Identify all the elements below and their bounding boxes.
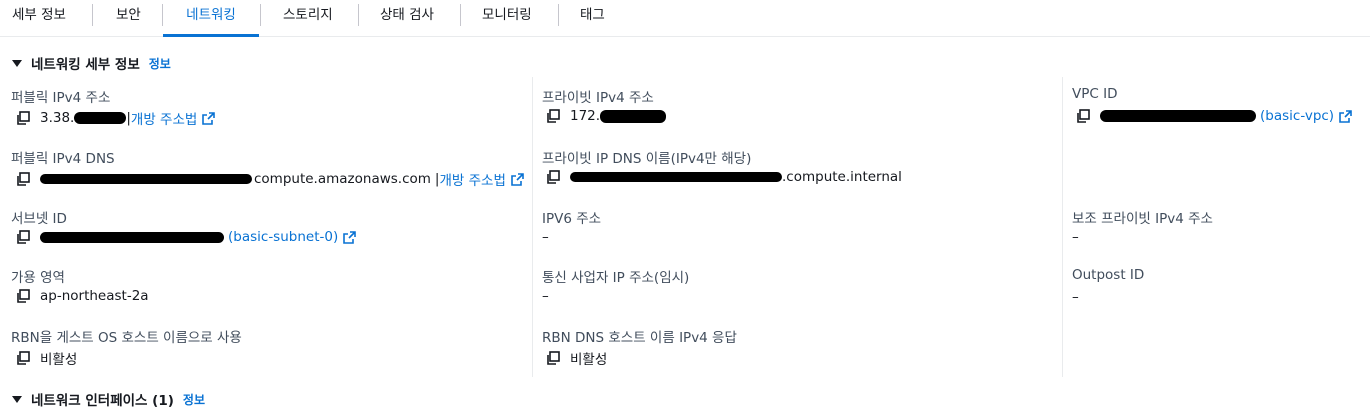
- tab-divider: [558, 4, 559, 26]
- rbn-dns-label: RBN DNS 호스트 이름 IPv4 응답: [542, 330, 737, 346]
- rbn-dns-text: 비활성: [570, 352, 608, 368]
- vpc-id-label: VPC ID: [1072, 86, 1118, 102]
- column-divider: [532, 77, 533, 377]
- public-dns-label: 퍼블릭 IPv4 DNS: [11, 151, 115, 167]
- outpost-id-value: –: [1072, 289, 1079, 305]
- redacted-block: [1100, 110, 1256, 122]
- copy-icon[interactable]: [546, 351, 560, 365]
- public-ipv4-label: 퍼블릭 IPv4 주소: [11, 90, 111, 106]
- external-link-icon[interactable]: [1339, 109, 1352, 123]
- tab-divider: [92, 4, 93, 26]
- availability-zone-text: ap-northeast-2a: [40, 288, 149, 304]
- external-link-icon[interactable]: [511, 172, 524, 186]
- subnet-id-label: 서브넷 ID: [11, 211, 67, 227]
- private-dns-label: 프라이빗 IP DNS 이름(IPv4만 해당): [542, 151, 752, 167]
- private-ipv4-text: 172.: [570, 108, 601, 124]
- redacted-block: [40, 174, 252, 184]
- vpc-id-value: (basic-vpc): [1076, 108, 1352, 124]
- section-title: 네트워크 인터페이스 (1): [31, 393, 174, 409]
- info-link[interactable]: 정보: [149, 55, 171, 72]
- private-ipv4-label: 프라이빗 IPv4 주소: [542, 90, 654, 106]
- public-dns-value: compute.amazonaws.com | 개방 주소법: [16, 169, 524, 189]
- tab-divider: [460, 4, 461, 26]
- open-address-link[interactable]: 개방 주소법: [439, 169, 505, 189]
- private-dns-text: .compute.internal: [782, 169, 902, 185]
- rbn-hostname-value: 비활성: [16, 348, 77, 368]
- carrier-ip-value: –: [542, 288, 549, 304]
- copy-icon[interactable]: [16, 230, 30, 244]
- tab-divider: [260, 4, 261, 26]
- column-divider: [1062, 77, 1063, 377]
- subnet-link[interactable]: (basic-subnet-0): [228, 229, 338, 245]
- carrier-ip-label: 통신 사업자 IP 주소(임시): [542, 270, 690, 286]
- secondary-private-ipv4-label: 보조 프라이빗 IPv4 주소: [1072, 211, 1213, 227]
- info-link[interactable]: 정보: [183, 391, 205, 408]
- public-dns-text: compute.amazonaws.com: [254, 171, 431, 187]
- rbn-hostname-label: RBN을 게스트 OS 호스트 이름으로 사용: [11, 330, 242, 346]
- private-dns-value: .compute.internal: [546, 169, 902, 185]
- copy-icon[interactable]: [16, 351, 30, 365]
- external-link-icon[interactable]: [343, 230, 357, 244]
- outpost-id-label: Outpost ID: [1072, 267, 1145, 283]
- availability-zone-label: 가용 영역: [11, 270, 65, 286]
- redacted-block: [74, 112, 127, 124]
- vpc-link[interactable]: (basic-vpc): [1260, 108, 1334, 124]
- tab-status-checks[interactable]: 상태 검사: [380, 0, 434, 34]
- tab-divider: [358, 4, 359, 26]
- copy-icon[interactable]: [1076, 109, 1090, 123]
- tab-details[interactable]: 세부 정보: [12, 0, 66, 34]
- tab-tags[interactable]: 태그: [580, 0, 605, 34]
- networking-details-header[interactable]: 네트워킹 세부 정보 정보: [12, 53, 171, 73]
- redacted-block: [40, 231, 224, 243]
- copy-icon[interactable]: [16, 172, 30, 186]
- subnet-id-value: (basic-subnet-0): [16, 229, 357, 245]
- redacted-block: [600, 109, 667, 123]
- caret-down-icon: [12, 395, 22, 403]
- ipv6-label: IPV6 주소: [542, 211, 602, 227]
- ipv6-value: –: [542, 229, 549, 245]
- tab-bar: 세부 정보 보안 네트워킹 스토리지 상태 검사 모니터링 태그: [0, 0, 1370, 37]
- public-ipv4-text: 3.38.: [40, 110, 75, 126]
- section-title: 네트워킹 세부 정보: [31, 57, 140, 73]
- open-address-link[interactable]: 개방 주소법: [131, 108, 197, 128]
- rbn-dns-value: 비활성: [546, 348, 607, 368]
- private-ipv4-value: 172.: [546, 108, 667, 124]
- redacted-block: [570, 172, 782, 182]
- tab-security[interactable]: 보안: [116, 0, 141, 34]
- network-interfaces-header[interactable]: 네트워크 인터페이스 (1) 정보: [12, 389, 205, 409]
- copy-icon[interactable]: [546, 109, 560, 123]
- copy-icon[interactable]: [546, 170, 560, 184]
- tab-monitoring[interactable]: 모니터링: [482, 0, 532, 34]
- public-ipv4-value: 3.38. | 개방 주소법: [16, 108, 216, 128]
- secondary-private-ipv4-value: –: [1072, 229, 1079, 245]
- tab-networking[interactable]: 네트워킹: [163, 0, 259, 37]
- caret-down-icon: [12, 59, 22, 67]
- tab-storage[interactable]: 스토리지: [283, 0, 333, 34]
- copy-icon[interactable]: [16, 289, 30, 303]
- copy-icon[interactable]: [16, 111, 30, 125]
- availability-zone-value: ap-northeast-2a: [16, 288, 149, 304]
- rbn-hostname-text: 비활성: [40, 352, 78, 368]
- external-link-icon[interactable]: [202, 111, 216, 125]
